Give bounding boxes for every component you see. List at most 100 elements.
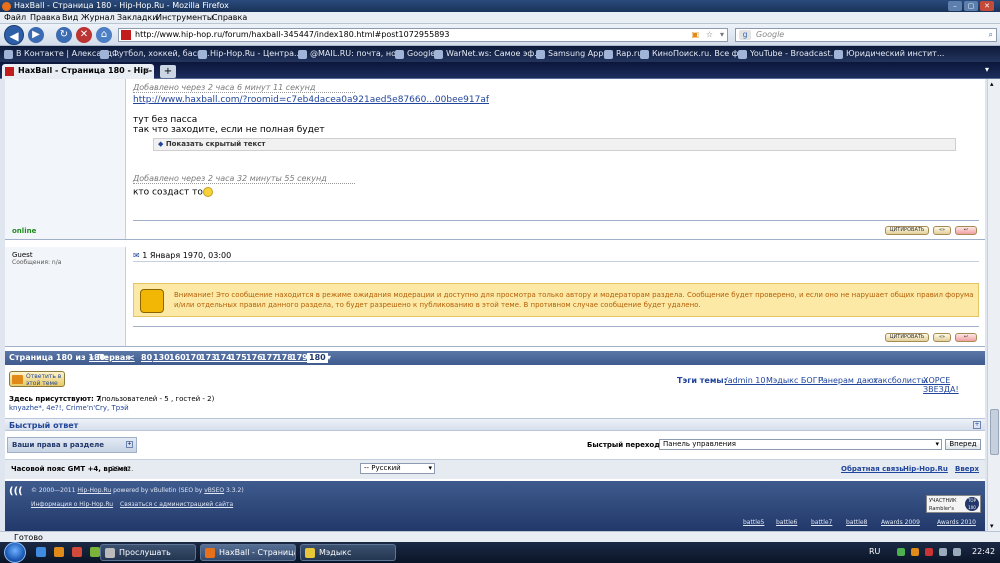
bookmark-item[interactable]: @MAIL.RU: почта, но...	[298, 48, 404, 60]
page-link[interactable]: 80	[141, 351, 152, 365]
quick-reply-label[interactable]: Быстрый ответ	[9, 421, 78, 430]
battle-link[interactable]: battle5	[743, 519, 764, 526]
scroll-down-icon[interactable]: ▾	[990, 522, 994, 530]
bookmark-item[interactable]: WarNet.ws: Самое эф...	[434, 48, 542, 60]
feedback-link[interactable]: Обратная связь	[841, 465, 904, 473]
page-menu-icon[interactable]: ▾	[327, 351, 331, 365]
awards-link[interactable]: Awards 2010	[937, 519, 976, 526]
tag-link[interactable]: /admin 10	[725, 376, 765, 385]
bookmark-item[interactable]: Google	[395, 48, 435, 60]
clock[interactable]: 22:42	[972, 547, 995, 556]
forward-button[interactable]: ▶	[28, 27, 44, 43]
tray-icon[interactable]	[897, 548, 905, 556]
menu-edit[interactable]: Правка	[30, 13, 60, 23]
new-tab-button[interactable]: +	[160, 65, 176, 78]
battle-link[interactable]: battle8	[846, 519, 867, 526]
reload-button[interactable]: ↻	[56, 27, 72, 43]
search-box[interactable]: g Google ⌕	[735, 28, 997, 42]
quicklaunch-icon[interactable]	[36, 547, 46, 557]
network-icon[interactable]	[939, 548, 947, 556]
taskbar-item-active[interactable]: HaxBall - Страница ...	[200, 544, 296, 561]
menu-tools[interactable]: Инструменты	[156, 13, 213, 23]
page-scrollbar[interactable]: ▴ ▾	[987, 79, 1000, 531]
top-link[interactable]: Вверх	[955, 465, 979, 473]
expand-icon[interactable]: +	[973, 421, 981, 429]
battle-link[interactable]: battle7	[811, 519, 832, 526]
bookmark-item[interactable]: В Контакте | Александ...	[4, 48, 120, 60]
tag-link[interactable]: Ранерам дают	[818, 376, 878, 385]
reply-thread-button[interactable]: Ответить в этой теме	[9, 371, 65, 387]
bookmark-item[interactable]: Rap.ru	[604, 48, 644, 60]
quote-button[interactable]: ЦИТИРОВАТЬ	[885, 226, 929, 235]
bookmark-item[interactable]: Hip-Hop.Ru - Центра...	[198, 48, 302, 60]
multiquote-button[interactable]: «»	[933, 333, 951, 342]
reply-icon[interactable]: ↩	[955, 333, 977, 342]
search-icon[interactable]: ⌕	[989, 29, 993, 41]
page-link[interactable]: 130	[153, 351, 170, 365]
url-bar[interactable]: http://www.hip-hop.ru/forum/haxball-3454…	[118, 28, 728, 42]
tag-link[interactable]: Мэдыкс БОГ!!	[766, 376, 824, 385]
site-link[interactable]: Hip-Hop.Ru	[903, 465, 948, 473]
google-icon[interactable]: g	[739, 30, 751, 40]
dropdown-icon[interactable]: ▾	[720, 29, 724, 41]
quicklaunch-icon[interactable]	[90, 547, 100, 557]
rambler-counter[interactable]: УЧАСТНИК Rambler's TOP 100	[926, 495, 981, 513]
contact-admin-link[interactable]: Связаться с администрацией сайта	[120, 501, 233, 508]
tab-active[interactable]: HaxBall - Страница 180 - Hip-Hop.Ru ✕	[2, 64, 154, 89]
expand-icon[interactable]: +	[126, 441, 133, 448]
multiquote-button[interactable]: «»	[933, 226, 951, 235]
present-users-list[interactable]: knyazhe*, 4e?!, Crime'n'Cry, Трэй	[9, 404, 129, 412]
reply-icon[interactable]: ↩	[955, 226, 977, 235]
close-tab-icon[interactable]: ✕	[143, 64, 150, 78]
minimize-icon[interactable]: –	[948, 1, 962, 11]
bookmark-item[interactable]: Samsung Apps	[536, 48, 608, 60]
volume-icon[interactable]	[953, 548, 961, 556]
tag-link[interactable]: ХОРСЕ ЗВЕЗДА!	[923, 376, 985, 394]
battle-link[interactable]: battle6	[776, 519, 797, 526]
go-button[interactable]: Вперед	[945, 439, 981, 450]
back-button[interactable]: ◀	[4, 25, 24, 45]
rss-icon[interactable]: ▣	[691, 29, 699, 41]
tray-icon[interactable]	[911, 548, 919, 556]
tag-link[interactable]: хаксболисты	[873, 376, 927, 385]
star-icon[interactable]: ☆	[706, 29, 713, 41]
awards-link[interactable]: Awards 2009	[881, 519, 920, 526]
menu-bookmarks[interactable]: Закладки	[117, 13, 157, 23]
maximize-icon[interactable]: ▢	[964, 1, 978, 11]
page-link[interactable]: 175	[230, 351, 247, 365]
spoiler-toggle[interactable]: ◆ Показать скрытый текст	[153, 138, 956, 151]
bookmark-item[interactable]: YouTube - Broadcast...	[738, 48, 838, 60]
post-author[interactable]: Guest	[12, 251, 33, 259]
quicklaunch-icon[interactable]	[72, 547, 82, 557]
page-link[interactable]: 179	[291, 351, 308, 365]
tray-icon[interactable]	[925, 548, 933, 556]
info-link[interactable]: Информация о Hip-Hop.Ru	[31, 501, 113, 508]
scroll-up-icon[interactable]: ▴	[990, 80, 994, 88]
forum-rights-toggle[interactable]: Ваши права в разделе +	[7, 437, 137, 453]
keyboard-language[interactable]: RU	[869, 547, 880, 556]
quote-button[interactable]: ЦИТИРОВАТЬ	[885, 333, 929, 342]
menu-file[interactable]: Файл	[4, 13, 26, 23]
quick-nav-select[interactable]: Панель управления ▾	[659, 439, 942, 450]
bookmark-item[interactable]: КиноПоиск.ru. Все ф...	[640, 48, 746, 60]
page-link[interactable]: 160	[169, 351, 186, 365]
taskbar-item[interactable]: Прослушать	[100, 544, 196, 561]
quicklaunch-icon[interactable]	[54, 547, 64, 557]
taskbar-item[interactable]: Мэдыкс	[300, 544, 396, 561]
first-page-link[interactable]: « Первая	[89, 351, 130, 365]
prev-page-link[interactable]: <	[128, 351, 135, 365]
language-select[interactable]: -- Русский ▾	[360, 463, 435, 474]
quick-reply-bar[interactable]: Быстрый ответ +	[5, 418, 985, 431]
scrollbar-thumb[interactable]	[990, 409, 999, 455]
home-button[interactable]: ⌂	[96, 27, 112, 43]
list-all-tabs-icon[interactable]: ▾	[985, 65, 997, 77]
start-button[interactable]	[4, 542, 26, 563]
bookmark-item[interactable]: Футбол, хоккей, баск...	[100, 48, 210, 60]
menu-help[interactable]: Справка	[212, 13, 247, 23]
close-icon[interactable]: ✕	[980, 1, 994, 11]
haxball-room-link[interactable]: http://www.haxball.com/?roomid=c7eb4dace…	[133, 95, 489, 105]
menu-history[interactable]: Журнал	[81, 13, 115, 23]
bookmark-item[interactable]: Юридический инстит...	[834, 48, 944, 60]
menu-view[interactable]: Вид	[62, 13, 78, 23]
stop-button[interactable]: ✕	[76, 27, 92, 43]
